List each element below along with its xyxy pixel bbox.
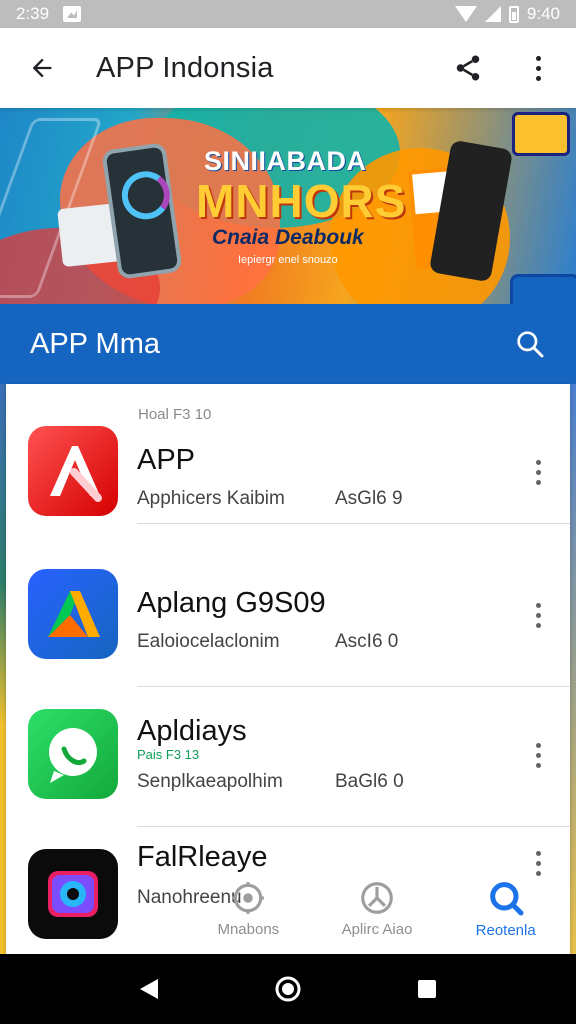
list-item[interactable]: Aplang G9S09 Ealoiocelaclonim AscI6 0: [6, 547, 570, 687]
status-time-right: 9:40: [526, 4, 560, 23]
section-title: APP Mma: [30, 327, 161, 360]
item-more-button[interactable]: [522, 452, 554, 492]
app-icon-blue-a[interactable]: [28, 569, 118, 659]
search-icon: [517, 331, 544, 358]
app-description: Senplkaeapolhim: [137, 771, 283, 792]
list-item[interactable]: APP Apphicers Kaibim AsGl6 9: [6, 384, 570, 524]
nav-label: Aplirc Aiao: [341, 920, 413, 938]
system-home-button[interactable]: [266, 967, 310, 1011]
wifi-icon: [454, 6, 477, 22]
app-bar: APP Indonsia: [0, 28, 576, 108]
item-more-button[interactable]: [522, 735, 554, 775]
app-size: AscI6 0: [335, 631, 399, 652]
status-time-left: 2:39: [16, 4, 50, 23]
home-circle-icon: [275, 976, 301, 1002]
bottom-navigation: Mnabons Aplirc Aiao Reotenla: [184, 862, 570, 954]
more-vert-icon: [535, 55, 541, 81]
camera-logo-icon: [48, 871, 98, 917]
promo-banner[interactable]: SINIIABADA MNHORS Cnaia Deabouk Iepiergr…: [0, 108, 576, 304]
apps-icon: [361, 881, 393, 914]
app-badge-label: Pais F3 13: [137, 747, 200, 762]
app-icon-green-chat[interactable]: [28, 709, 118, 799]
recents-square-icon: [417, 980, 436, 998]
banner-brand: MNHORS: [196, 175, 407, 227]
app-icon-red-a[interactable]: [28, 426, 118, 516]
app-icon-dark-camera[interactable]: [28, 849, 118, 939]
nav-label: Reotenla: [475, 921, 536, 939]
arrow-back-icon: [32, 58, 52, 78]
banner-tablet-illustration: [510, 274, 576, 304]
nav-item-aplirc-aiao[interactable]: Aplirc Aiao: [313, 862, 442, 954]
banner-tile-illustration: [512, 112, 570, 156]
more-vert-icon: [535, 602, 541, 628]
app-name: APP: [137, 444, 196, 476]
status-bar: 2:39 9:40: [0, 0, 576, 28]
list-item[interactable]: Apldiays Pais F3 13 Senplkaeapolhim BaGl…: [6, 687, 570, 827]
page-title: APP Indonsia: [96, 51, 274, 84]
chat-bubble-icon: [49, 728, 97, 783]
nav-label: Mnabons: [217, 920, 280, 938]
banner-tagline: Cnaia Deabouk: [212, 226, 364, 249]
settings-icon: [232, 881, 265, 914]
search-button[interactable]: [506, 320, 554, 368]
app-name: Aplang G9S09: [137, 587, 326, 619]
nav-item-reotenla[interactable]: Reotenla: [441, 862, 570, 954]
search-icon: [489, 881, 524, 915]
more-vert-icon: [535, 459, 541, 485]
nav-item-mnabons[interactable]: Mnabons: [184, 862, 313, 954]
item-more-button[interactable]: [522, 595, 554, 635]
section-header: APP Mma: [0, 304, 576, 384]
app-name: Apldiays: [137, 715, 247, 747]
app-description: Ealoiocelaclonim: [137, 631, 280, 652]
more-vert-icon: [535, 742, 541, 768]
system-back-button[interactable]: [127, 967, 171, 1011]
divider: [137, 523, 570, 524]
share-button[interactable]: [444, 44, 492, 92]
battery-icon: [508, 5, 519, 23]
letter-a-logo-icon: [50, 446, 102, 502]
signal-icon: [484, 6, 501, 22]
gallery-notification-icon: [63, 6, 82, 22]
back-triangle-icon: [140, 979, 159, 999]
system-navigation-bar: [0, 954, 576, 1024]
app-size: BaGl6 0: [335, 771, 404, 792]
share-icon: [456, 55, 480, 81]
triangle-logo-icon: [48, 591, 100, 637]
system-recents-button[interactable]: [405, 967, 449, 1011]
app-size: AsGl6 9: [335, 488, 403, 509]
app-description: Apphicers Kaibim: [137, 488, 285, 509]
banner-headline: SINIIABADA: [204, 146, 367, 176]
more-options-button[interactable]: [514, 44, 562, 92]
banner-subtag: Iepiergr enel snouzo: [238, 254, 338, 266]
back-button[interactable]: [18, 44, 66, 92]
